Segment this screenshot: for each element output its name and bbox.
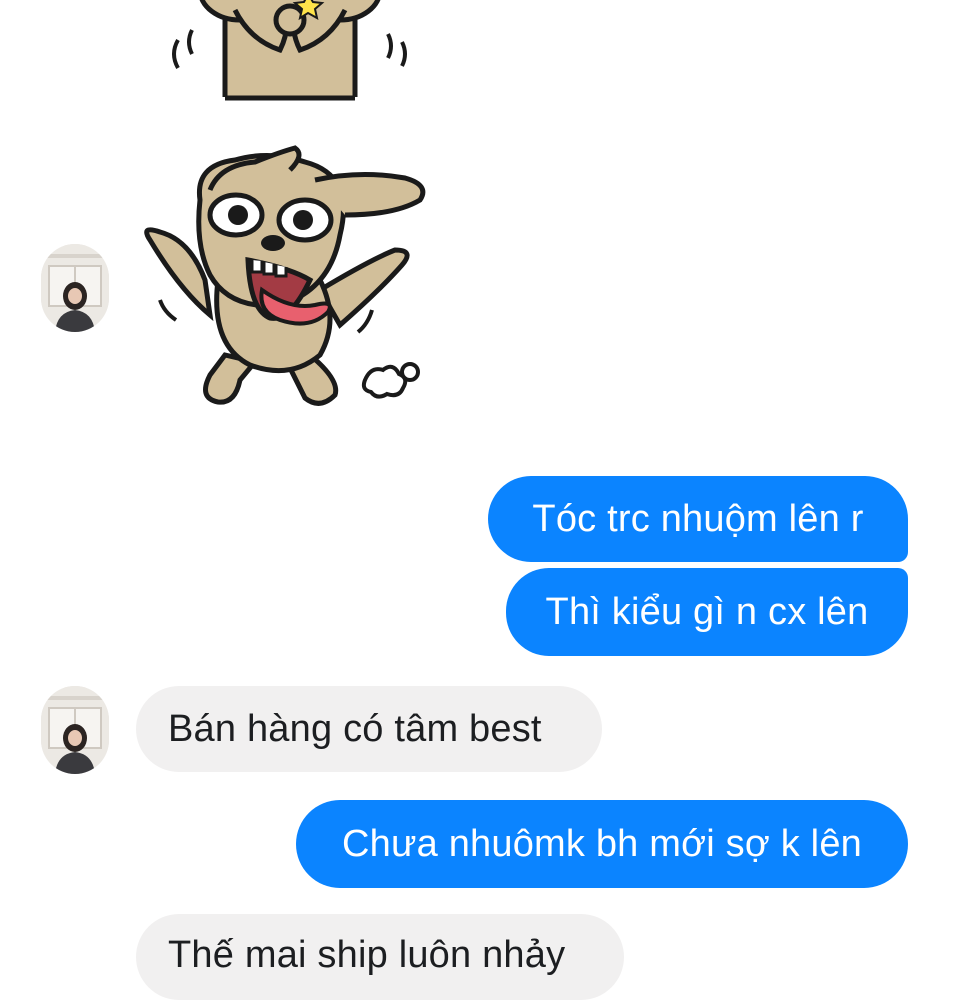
avatar[interactable] xyxy=(41,244,109,332)
incoming-message-bubble[interactable]: Thế mai ship luôn nhảy xyxy=(136,914,624,1000)
avatar[interactable] xyxy=(41,686,109,774)
message-text: Chưa nhuômk bh mới sợ k lên xyxy=(342,823,862,865)
message-text: Tóc trc nhuộm lên r xyxy=(532,498,864,540)
dog-sticker-running-tongue-out-icon xyxy=(144,145,426,406)
profile-photo-icon xyxy=(41,686,109,774)
dog-sticker-clasping-hands-icon xyxy=(140,0,430,110)
outgoing-message-bubble[interactable]: Chưa nhuômk bh mới sợ k lên xyxy=(296,800,908,888)
outgoing-message-bubble[interactable]: Thì kiểu gì n cx lên xyxy=(506,568,908,656)
incoming-message-bubble[interactable]: Bán hàng có tâm best xyxy=(136,686,602,772)
message-thread: Tóc trc nhuộm lên r Thì kiểu gì n cx lên… xyxy=(0,0,960,1000)
message-text: Thế mai ship luôn nhảy xyxy=(168,934,566,976)
message-text: Bán hàng có tâm best xyxy=(168,708,542,750)
outgoing-message-bubble[interactable]: Tóc trc nhuộm lên r xyxy=(488,476,908,562)
sticker-message-2[interactable] xyxy=(140,140,440,415)
profile-photo-icon xyxy=(41,244,109,332)
sticker-message-1[interactable] xyxy=(140,0,430,110)
message-text: Thì kiểu gì n cx lên xyxy=(545,591,869,633)
